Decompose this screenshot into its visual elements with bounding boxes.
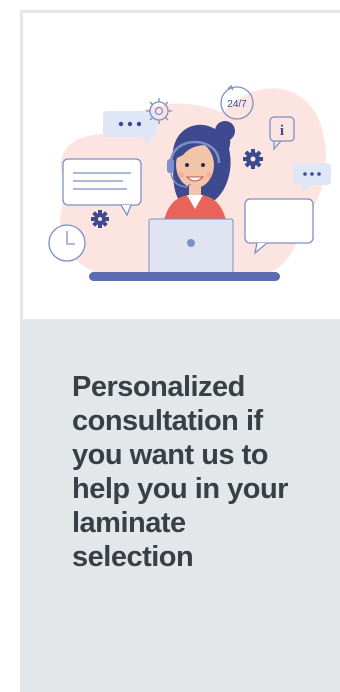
desk [89,272,280,281]
clock-icon [48,224,86,262]
gear-left-icon [91,210,109,228]
laptop-icon [148,218,234,274]
headline: Personalized consultation if you want us… [72,371,288,573]
gear-icon [243,149,263,169]
consultation-card: 24/7 i Personalized consultation if you … [20,10,340,692]
illustration-panel: 24/7 i [20,10,340,319]
info-symbol: i [280,123,284,139]
24-7-label: 24/7 [227,99,247,110]
customer-support-agent-illustration: 24/7 i [48,84,331,281]
